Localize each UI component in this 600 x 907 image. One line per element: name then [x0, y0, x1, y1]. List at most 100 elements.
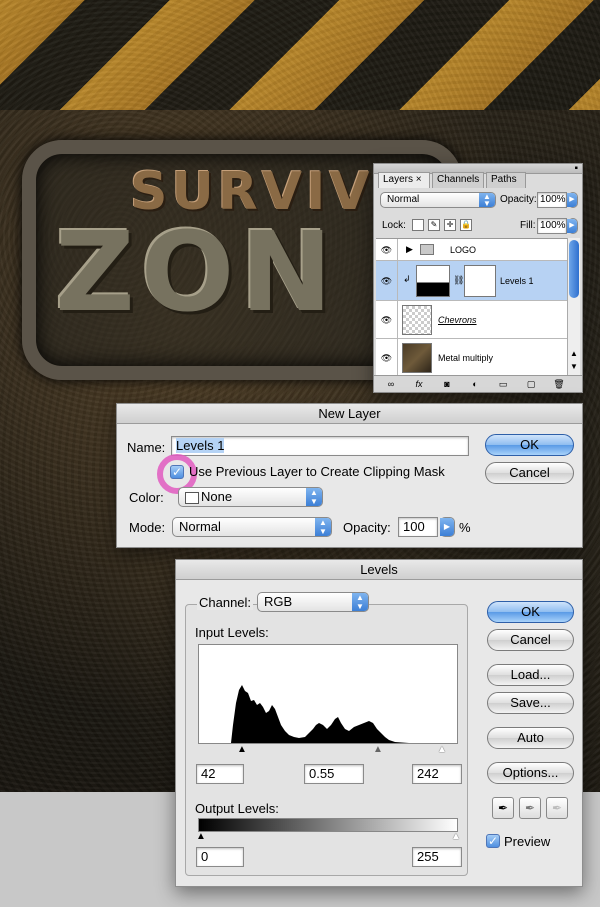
layer-name: Chevrons — [438, 315, 477, 325]
color-swatch — [185, 491, 199, 504]
layer-name-field[interactable]: Levels 1 — [171, 436, 469, 456]
color-label: Color: — [129, 490, 164, 505]
folder-icon — [420, 244, 434, 255]
dialog-title: Levels — [176, 560, 582, 580]
visibility-eye-icon[interactable]: 👁 — [376, 261, 398, 300]
cancel-button[interactable]: Cancel — [487, 629, 574, 651]
layer-row-chevrons[interactable]: 👁 Chevrons — [376, 301, 568, 339]
popup-arrows-icon: ▲ ▼ — [352, 593, 368, 611]
layers-scrollbar[interactable]: ▲ ▼ — [567, 238, 580, 376]
layer-row-logo[interactable]: 👁 ▶ LOGO — [376, 239, 568, 261]
white-eyedropper-icon[interactable]: ✒ — [546, 797, 568, 819]
trash-icon[interactable]: 🗑 — [552, 378, 566, 390]
opacity-field[interactable]: 100 — [398, 517, 438, 537]
histogram — [198, 644, 458, 744]
layer-mask-thumbnail[interactable] — [464, 265, 496, 297]
panel-collapse-icon[interactable]: ▪ — [574, 163, 578, 174]
input-white-field[interactable]: 242 — [412, 764, 462, 784]
opacity-label: Opacity: — [500, 194, 537, 205]
mode-select[interactable]: Normal ▲ ▼ — [172, 517, 332, 537]
dialog-title: New Layer — [117, 404, 582, 424]
folder-icon[interactable]: ▭ — [496, 378, 510, 390]
levels-adjustment-icon — [416, 265, 450, 297]
output-white-slider-icon[interactable]: ▲ — [451, 832, 461, 842]
opacity-slider-button[interactable]: ▶ — [567, 192, 578, 208]
layer-thumbnail — [402, 305, 432, 335]
layer-thumbnail — [402, 343, 432, 373]
tab-label: Channels — [437, 174, 480, 185]
load-button[interactable]: Load... — [487, 664, 574, 686]
output-gradient-bar — [198, 818, 458, 832]
mask-icon[interactable]: ◙ — [440, 378, 454, 390]
layers-footer: ∞ fx ◙ ◐ ▭ ▢ 🗑 — [374, 375, 582, 392]
visibility-eye-icon[interactable]: 👁 — [376, 239, 398, 260]
mask-link-icon: ⛓ — [453, 275, 465, 285]
disclosure-triangle-icon[interactable]: ▶ — [406, 244, 413, 255]
link-icon[interactable]: ∞ — [384, 378, 398, 390]
ok-button[interactable]: OK — [485, 434, 574, 456]
visibility-eye-icon[interactable]: 👁 — [376, 339, 398, 376]
input-black-slider-icon[interactable]: ▲ — [237, 745, 247, 755]
clipping-arrow-icon: ↲ — [403, 274, 411, 284]
popup-arrows-icon: ▲ ▼ — [315, 518, 331, 536]
triangle-right-icon: ▶ — [567, 219, 577, 233]
new-layer-icon[interactable]: ▢ — [524, 378, 538, 390]
fx-icon[interactable]: fx — [412, 378, 426, 390]
clipping-mask-label: Use Previous Layer to Create Clipping Ma… — [189, 464, 445, 479]
logo-main-text: ZON — [55, 208, 339, 336]
tab-layers[interactable]: Layers × — [378, 172, 430, 188]
fill-field[interactable]: 100% — [537, 218, 567, 234]
lock-position-icon[interactable]: ✛ — [444, 219, 456, 231]
tab-paths[interactable]: Paths — [486, 172, 526, 188]
gray-eyedropper-icon[interactable]: ✒ — [519, 797, 541, 819]
options-button[interactable]: Options... — [487, 762, 574, 784]
input-levels-label: Input Levels: — [195, 625, 269, 640]
mode-value: Normal — [179, 519, 221, 534]
mode-label: Mode: — [129, 520, 166, 535]
color-value: None — [201, 489, 233, 504]
lock-pixels-icon[interactable]: ✎ — [428, 219, 440, 231]
output-black-slider-icon[interactable]: ▲ — [196, 832, 206, 842]
layers-panel: ▪ Layers × Channels Paths Normal ▲ ▼ Opac… — [373, 163, 583, 393]
opacity-field[interactable]: 100% — [537, 192, 567, 208]
input-gamma-slider-icon[interactable]: ▲ — [373, 745, 383, 755]
black-eyedropper-icon[interactable]: ✒ — [492, 797, 514, 819]
scroll-up-icon[interactable]: ▲ — [568, 348, 580, 360]
input-black-field[interactable]: 42 — [196, 764, 244, 784]
layer-name: Metal multiply — [438, 353, 494, 363]
color-select[interactable]: None ▲ ▼ — [178, 487, 323, 507]
lock-transparency-icon[interactable] — [412, 219, 424, 231]
tab-channels[interactable]: Channels — [432, 172, 484, 188]
tab-label: Paths — [491, 174, 517, 185]
output-white-field[interactable]: 255 — [412, 847, 462, 867]
output-levels-label: Output Levels: — [195, 801, 279, 816]
lock-all-icon[interactable]: 🔒 — [460, 219, 472, 231]
output-black-field[interactable]: 0 — [196, 847, 244, 867]
triangle-right-icon: ▶ — [440, 518, 454, 536]
tab-label: Layers — [383, 174, 414, 185]
channel-value: RGB — [264, 594, 293, 609]
scrollbar-thumb[interactable] — [569, 240, 579, 298]
triangle-right-icon: ▶ — [567, 193, 577, 207]
opacity-slider-button[interactable]: ▶ — [440, 517, 455, 537]
scroll-down-icon[interactable]: ▼ — [568, 361, 580, 373]
cancel-button[interactable]: Cancel — [485, 462, 574, 484]
opacity-unit: % — [459, 520, 471, 535]
preview-checkbox[interactable]: ✓ — [486, 834, 500, 848]
auto-button[interactable]: Auto — [487, 727, 574, 749]
visibility-eye-icon[interactable]: 👁 — [376, 301, 398, 338]
adjustment-icon[interactable]: ◐ — [468, 378, 482, 390]
histogram-graph — [199, 685, 457, 743]
ok-button[interactable]: OK — [487, 601, 574, 623]
input-gamma-field[interactable]: 0.55 — [304, 764, 364, 784]
input-white-slider-icon[interactable]: ▲ — [437, 745, 447, 755]
clipping-mask-checkbox[interactable]: ✓ — [170, 465, 184, 479]
tab-close-icon[interactable]: × — [416, 174, 422, 185]
blend-mode-select[interactable]: Normal ▲ ▼ — [380, 192, 496, 208]
fill-slider-button[interactable]: ▶ — [567, 218, 578, 234]
layer-row-levels[interactable]: 👁 ↲ ⛓ Levels 1 — [376, 261, 568, 301]
save-button[interactable]: Save... — [487, 692, 574, 714]
layer-list: 👁 ▶ LOGO 👁 ↲ ⛓ Levels 1 👁 Chevrons 👁 Met… — [376, 238, 568, 376]
layer-row-metal-multiply[interactable]: 👁 Metal multiply — [376, 339, 568, 376]
channel-select[interactable]: RGB ▲ ▼ — [257, 592, 369, 612]
